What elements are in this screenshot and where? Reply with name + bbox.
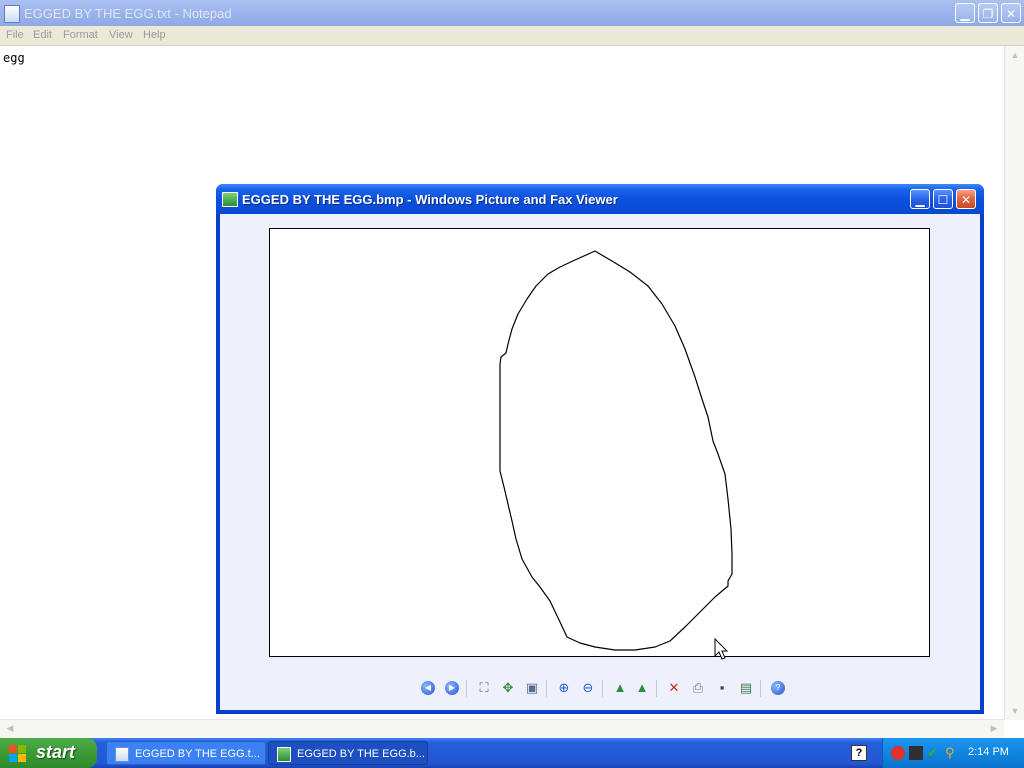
minimize-button[interactable]: ▁	[955, 3, 975, 23]
vertical-scrollbar[interactable]: ▲ ▼	[1004, 46, 1024, 720]
taskbar-item-notepad[interactable]: EGGED BY THE EGG.t...	[106, 741, 266, 765]
zoom-out-icon: ⊖	[582, 680, 594, 695]
slide-show-button[interactable]: ▣	[522, 678, 542, 698]
next-image-button[interactable]: ▶	[442, 678, 462, 698]
scroll-right-icon[interactable]: ▶	[988, 723, 1000, 734]
scroll-down-icon[interactable]: ▼	[1005, 706, 1024, 716]
best-fit-button[interactable]: ⛶	[474, 678, 494, 698]
start-label: start	[36, 742, 76, 762]
image-display[interactable]	[269, 228, 930, 657]
scroll-up-icon[interactable]: ▲	[1005, 50, 1024, 60]
viewer-minimize-button[interactable]: ▁	[910, 189, 930, 209]
taskbar-item-label: EGGED BY THE EGG.t...	[135, 748, 260, 760]
slide-show-icon: ▣	[525, 680, 539, 695]
viewer-title: EGGED BY THE EGG.bmp - Windows Picture a…	[242, 192, 618, 207]
delete-button[interactable]: ✕	[664, 678, 684, 698]
viewer-close-button[interactable]: ✕	[956, 189, 976, 209]
print-icon: ⎙	[692, 680, 704, 695]
notepad-menubar: File Edit Format View Help	[0, 26, 1024, 46]
zoom-out-button[interactable]: ⊖	[578, 678, 598, 698]
notepad-titlebar[interactable]: EGGED BY THE EGG.txt - Notepad ▁ ❐ ✕	[0, 0, 1024, 26]
viewer-toolbar: ◀ ▶ ⛶ ✥ ▣ ⊕ ⊖ ▲ ▲ ✕ ⎙ ▪ ▤ ?	[410, 678, 790, 700]
windows-logo-icon	[9, 745, 26, 762]
minimize-icon: ▁	[915, 193, 925, 207]
picture-viewer-icon	[277, 747, 291, 762]
system-tray: ✔ ⚲ 2:14 PM	[882, 738, 1024, 768]
minimize-icon: ▁	[960, 7, 970, 21]
toolbar-separator	[602, 680, 603, 697]
network-icon[interactable]: ✔	[927, 746, 941, 760]
rotate-clockwise-icon: ▲	[613, 680, 627, 695]
toolbar-separator	[546, 680, 547, 697]
close-icon: ✕	[1005, 7, 1017, 21]
actual-size-icon: ✥	[502, 680, 514, 695]
next-image-icon: ▶	[445, 681, 459, 695]
zoom-in-icon: ⊕	[558, 680, 570, 695]
taskbar-item-label: EGGED BY THE EGG.b...	[297, 748, 425, 760]
menu-help[interactable]: Help	[143, 29, 166, 41]
search-tray-icon[interactable]: ⚲	[945, 746, 959, 760]
tray-app-icon[interactable]	[909, 746, 923, 760]
copy-to-button[interactable]: ▪	[712, 678, 732, 698]
horizontal-scrollbar[interactable]: ◀ ▶	[0, 719, 1004, 738]
rotate-counterclockwise-button[interactable]: ▲	[632, 678, 652, 698]
delete-icon: ✕	[668, 680, 680, 695]
viewer-titlebar[interactable]: EGGED BY THE EGG.bmp - Windows Picture a…	[216, 184, 984, 214]
taskbar-item-picture-viewer[interactable]: EGGED BY THE EGG.b...	[268, 741, 428, 765]
menu-file[interactable]: File	[6, 29, 24, 41]
menu-format[interactable]: Format	[63, 29, 98, 41]
notepad-text-area[interactable]: egg	[3, 51, 25, 65]
viewer-maximize-button[interactable]: ☐	[933, 189, 953, 209]
close-icon: ✕	[960, 193, 972, 207]
egg-drawing	[499, 250, 733, 651]
viewer-client-area: ◀ ▶ ⛶ ✥ ▣ ⊕ ⊖ ▲ ▲ ✕ ⎙ ▪ ▤ ?	[220, 214, 980, 710]
help-button[interactable]: ?	[768, 678, 788, 698]
restore-button[interactable]: ❐	[978, 3, 998, 23]
previous-image-icon: ◀	[421, 681, 435, 695]
rotate-counterclockwise-icon: ▲	[635, 680, 649, 695]
edit-image-icon: ▤	[739, 680, 753, 695]
toolbar-separator	[466, 680, 467, 697]
restore-icon: ❐	[982, 7, 994, 21]
maximize-icon: ☐	[937, 193, 949, 207]
notepad-icon	[115, 747, 129, 762]
clock[interactable]: 2:14 PM	[968, 746, 1009, 758]
mouse-cursor-icon	[714, 638, 729, 660]
best-fit-icon: ⛶	[479, 680, 489, 695]
menu-view[interactable]: View	[109, 29, 133, 41]
taskbar: start EGGED BY THE EGG.t... EGGED BY THE…	[0, 738, 1024, 768]
scroll-left-icon[interactable]: ◀	[4, 723, 16, 734]
close-button[interactable]: ✕	[1001, 3, 1021, 23]
zoom-in-button[interactable]: ⊕	[554, 678, 574, 698]
security-alert-icon[interactable]	[891, 746, 905, 760]
help-tray-icon[interactable]: ?	[851, 745, 867, 761]
open-for-editing-button[interactable]: ▤	[736, 678, 756, 698]
notepad-title: EGGED BY THE EGG.txt - Notepad	[24, 6, 232, 21]
save-disk-icon: ▪	[719, 680, 725, 695]
start-button[interactable]: start	[0, 738, 97, 768]
picture-viewer-window: EGGED BY THE EGG.bmp - Windows Picture a…	[216, 184, 984, 714]
help-icon: ?	[771, 681, 785, 695]
toolbar-separator	[760, 680, 761, 697]
picture-viewer-icon	[222, 192, 238, 207]
previous-image-button[interactable]: ◀	[418, 678, 438, 698]
print-button[interactable]: ⎙	[688, 678, 708, 698]
toolbar-separator	[656, 680, 657, 697]
menu-edit[interactable]: Edit	[33, 29, 52, 41]
rotate-clockwise-button[interactable]: ▲	[610, 678, 630, 698]
actual-size-button[interactable]: ✥	[498, 678, 518, 698]
notepad-icon	[4, 5, 20, 23]
